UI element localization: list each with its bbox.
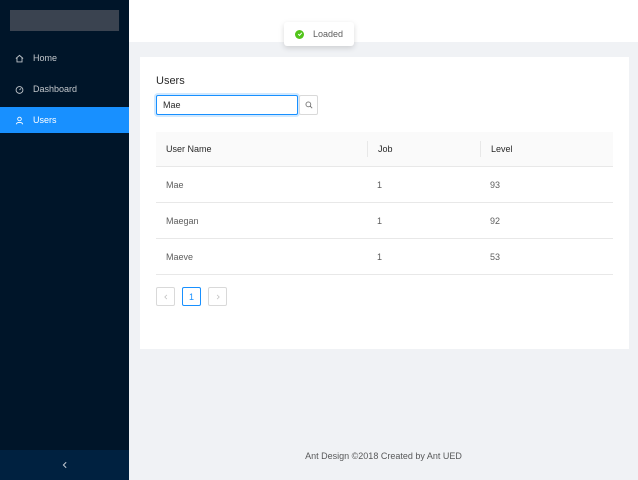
sidebar-collapse-trigger[interactable] [0, 450, 129, 480]
chevron-left-icon [163, 294, 169, 300]
message-text: Loaded [313, 29, 344, 39]
cell-job: 1 [377, 251, 383, 262]
table-row: Maeve 1 53 [156, 239, 613, 275]
cell-user-name: Maeve [166, 251, 194, 262]
search-button[interactable] [299, 95, 318, 115]
chevron-left-icon [61, 461, 69, 469]
check-circle-icon [295, 29, 304, 39]
footer: Ant Design ©2018 Created by Ant UED [305, 451, 462, 461]
cell-user-name: Mae [166, 179, 184, 190]
search-input[interactable] [156, 95, 298, 115]
sidebar-item-dashboard[interactable]: Dashboard [0, 76, 129, 102]
column-header-user-name: User Name [166, 144, 212, 154]
sidebar-item-label: Dashboard [33, 84, 78, 94]
header [129, 0, 638, 42]
cell-job: 1 [377, 179, 383, 190]
sidebar-item-label: Users [33, 115, 57, 125]
table-row: Mae 1 93 [156, 167, 613, 203]
chevron-right-icon [215, 294, 221, 300]
message-toast: Loaded [284, 22, 355, 46]
sidebar-item-label: Home [33, 53, 58, 63]
users-card: Users User Name Job Level Mae 1 93 Maega… [140, 57, 629, 349]
column-header-job: Job [367, 141, 480, 157]
cell-job: 1 [377, 215, 383, 226]
cell-level: 53 [490, 251, 501, 262]
cell-level: 93 [490, 179, 501, 190]
card-title: Users [156, 75, 185, 87]
cell-level: 92 [490, 215, 501, 226]
sidebar-item-users[interactable]: Users [0, 107, 129, 133]
pagination-page-1[interactable]: 1 [182, 287, 201, 306]
cell-user-name: Maegan [166, 215, 199, 226]
table-row: Maegan 1 92 [156, 203, 613, 239]
pagination-prev-button[interactable] [156, 287, 175, 306]
column-header-level: Level [480, 141, 613, 157]
sidebar: Home Dashboard Users [0, 0, 129, 480]
search-icon [305, 101, 313, 109]
users-table: User Name Job Level Mae 1 93 Maegan 1 92… [156, 132, 613, 275]
dashboard-icon [15, 85, 24, 94]
logo [10, 10, 119, 31]
home-icon [15, 54, 24, 63]
table-header: User Name Job Level [156, 132, 613, 167]
user-icon [15, 116, 24, 125]
sidebar-item-home[interactable]: Home [0, 45, 129, 71]
pagination-next-button[interactable] [208, 287, 227, 306]
